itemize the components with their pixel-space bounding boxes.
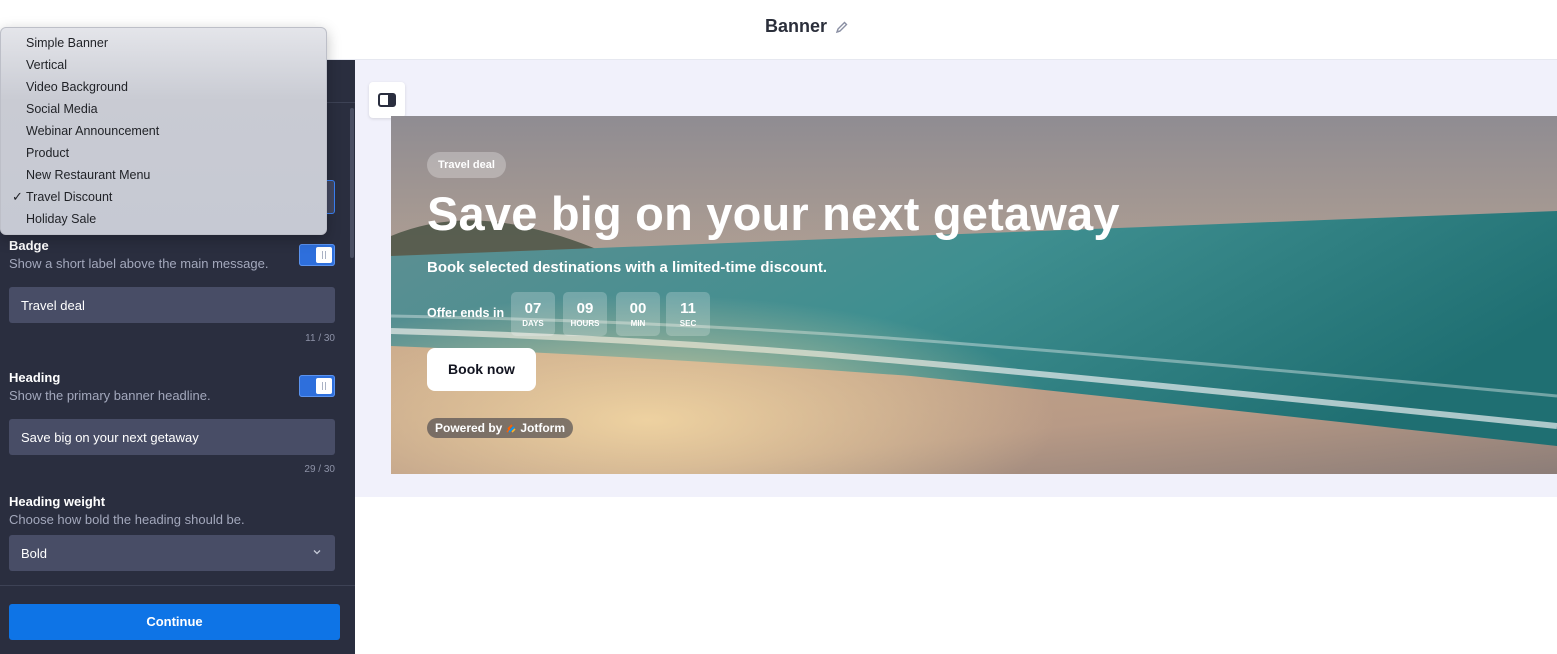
title-area[interactable]: Banner bbox=[765, 16, 849, 37]
toggle-knob bbox=[316, 378, 332, 394]
jotform-brand: Jotform bbox=[520, 421, 566, 435]
badge-text-input[interactable]: Travel deal bbox=[9, 287, 335, 323]
countdown-value: 00 bbox=[629, 300, 647, 317]
menu-item-simple-banner[interactable]: Simple Banner bbox=[26, 36, 108, 50]
menu-item-travel-discount[interactable]: Travel Discount bbox=[26, 190, 112, 204]
heading-weight-value: Bold bbox=[21, 546, 48, 561]
checkmark-icon: ✓ bbox=[12, 189, 23, 204]
heading-char-counter: 29 / 30 bbox=[304, 464, 335, 475]
countdown-unit: DAYS bbox=[522, 319, 544, 328]
toggle-knob bbox=[316, 247, 332, 263]
chevron-down-icon bbox=[313, 550, 321, 555]
countdown-value: 09 bbox=[576, 300, 594, 317]
banner-badge: Travel deal bbox=[427, 152, 506, 178]
banner-subheadline: Book selected destinations with a limite… bbox=[427, 259, 828, 276]
heading-description: Show the primary banner headline. bbox=[9, 388, 211, 403]
menu-item-social-media[interactable]: Social Media bbox=[26, 102, 98, 116]
template-dropdown-menu: ✓ Simple Banner Vertical Video Backgroun… bbox=[0, 27, 327, 235]
countdown-minutes: 00 MIN bbox=[616, 292, 660, 336]
banner-headline: Save big on your next getaway bbox=[427, 187, 1120, 240]
countdown-days: 07 DAYS bbox=[511, 292, 555, 336]
countdown-seconds: 11 SEC bbox=[666, 292, 710, 336]
heading-label: Heading bbox=[9, 370, 61, 385]
banner-preview: Travel deal Save big on your next getawa… bbox=[391, 116, 1557, 474]
menu-item-vertical[interactable]: Vertical bbox=[26, 58, 67, 72]
pencil-icon[interactable] bbox=[835, 20, 849, 34]
powered-by-text: Powered by bbox=[435, 421, 503, 435]
menu-item-webinar-announcement[interactable]: Webinar Announcement bbox=[26, 124, 159, 138]
countdown-unit: HOURS bbox=[570, 319, 600, 328]
countdown-value: 11 bbox=[680, 300, 696, 317]
layout-toggle-icon bbox=[378, 93, 396, 107]
powered-by-badge[interactable]: Powered by Jotform bbox=[427, 418, 574, 438]
offer-ends-label: Offer ends in bbox=[427, 306, 505, 320]
layout-toggle-button[interactable] bbox=[369, 82, 405, 118]
heading-toggle[interactable] bbox=[299, 375, 335, 397]
book-now-button[interactable]: Book now bbox=[427, 348, 536, 391]
countdown-unit: MIN bbox=[630, 319, 646, 328]
menu-item-video-background[interactable]: Video Background bbox=[26, 80, 128, 94]
page-title[interactable]: Banner bbox=[765, 16, 827, 37]
countdown-unit: SEC bbox=[679, 319, 697, 328]
panel-scrollbar[interactable] bbox=[350, 108, 354, 258]
badge-char-counter: 11 / 30 bbox=[305, 333, 335, 344]
menu-item-holiday-sale[interactable]: Holiday Sale bbox=[26, 212, 96, 226]
countdown-value: 07 bbox=[524, 300, 542, 317]
menu-item-product[interactable]: Product bbox=[26, 146, 69, 160]
heading-weight-description: Choose how bold the heading should be. bbox=[9, 512, 245, 527]
badge-toggle[interactable] bbox=[299, 244, 335, 266]
menu-item-new-restaurant-menu[interactable]: New Restaurant Menu bbox=[26, 168, 150, 182]
heading-weight-label: Heading weight bbox=[9, 494, 106, 509]
jotform-logo-icon bbox=[506, 424, 516, 433]
heading-weight-select[interactable]: Bold bbox=[9, 535, 335, 571]
badge-description: Show a short label above the main messag… bbox=[9, 256, 269, 271]
badge-label: Badge bbox=[9, 238, 49, 253]
continue-button[interactable]: Continue bbox=[9, 604, 340, 640]
heading-text-input[interactable]: Save big on your next getaway bbox=[9, 419, 335, 455]
countdown-hours: 09 HOURS bbox=[563, 292, 607, 336]
